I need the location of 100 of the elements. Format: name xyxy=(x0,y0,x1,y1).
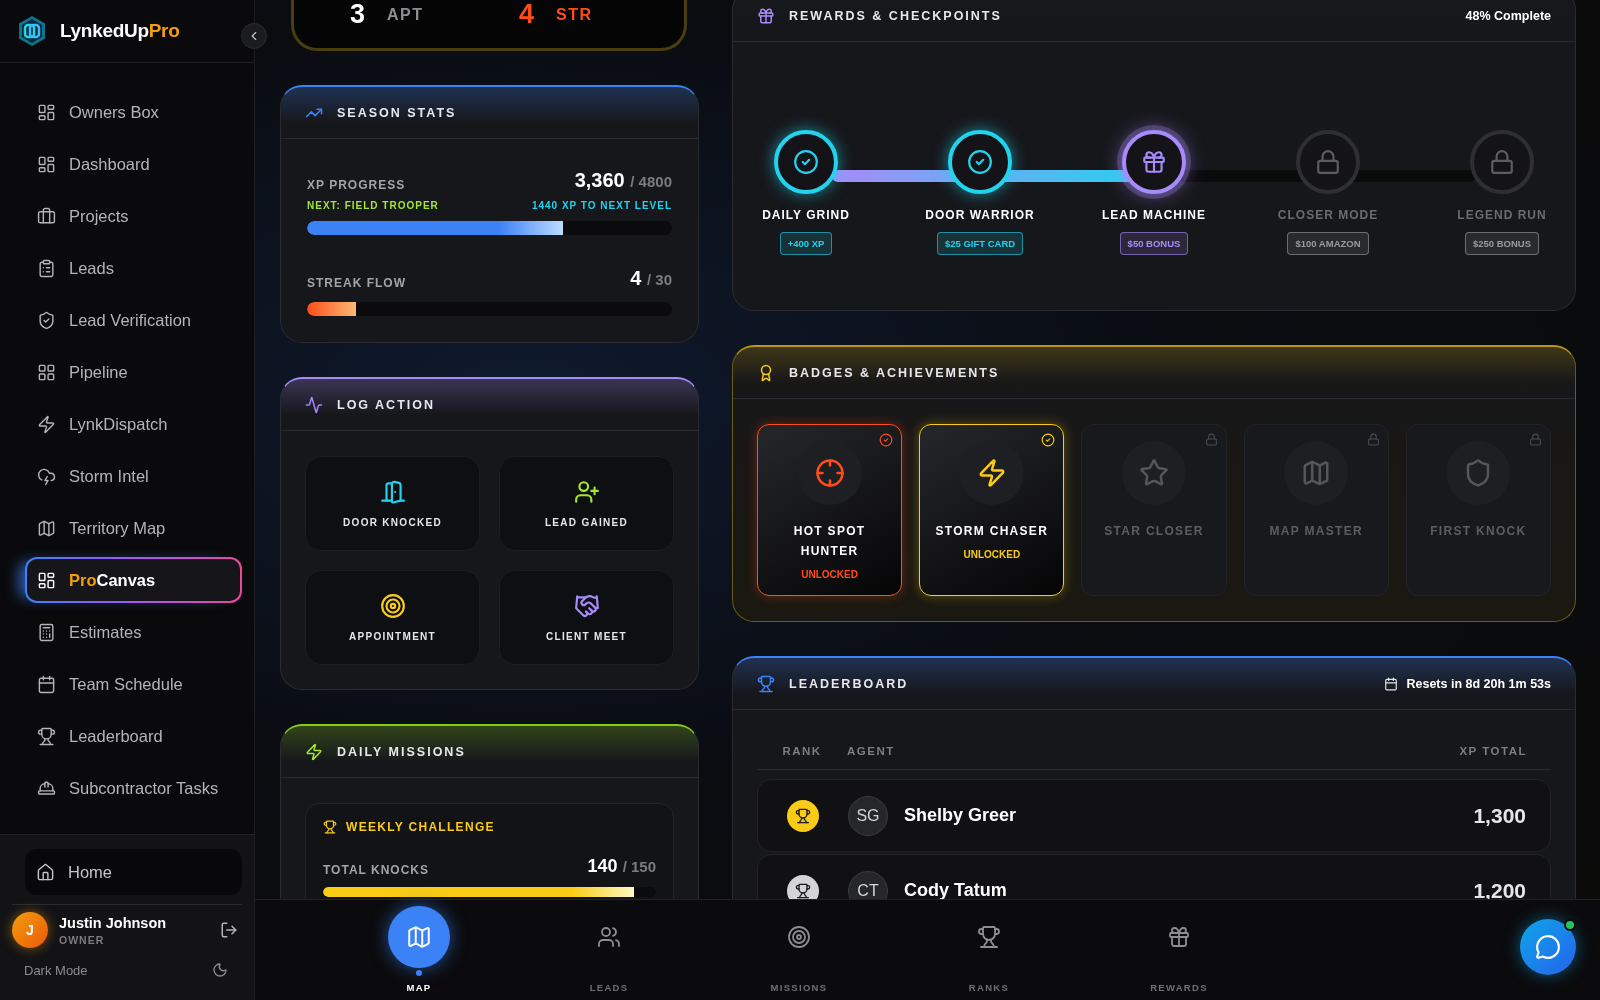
log-action-button[interactable]: APPOINTMENT xyxy=(305,570,480,665)
dashboard-icon xyxy=(37,154,56,174)
gift-icon xyxy=(757,6,775,25)
reward-tag: $50 BONUS xyxy=(1119,232,1189,255)
checkpoint-name: DOOR WARRIOR xyxy=(925,208,1035,222)
stat-value: 3 xyxy=(350,1,366,28)
sidebar-item[interactable]: LynkDispatch xyxy=(25,401,242,447)
home-button[interactable]: Home xyxy=(25,849,242,895)
column-header: AGENT xyxy=(847,744,896,757)
xp-total: 1,200 xyxy=(1473,878,1526,903)
logout-button[interactable] xyxy=(220,921,238,939)
calendar-icon xyxy=(37,674,56,694)
agent-name: Shelby Greer xyxy=(904,805,1018,826)
lock-icon xyxy=(1489,149,1515,175)
sidebar-item[interactable]: Pipeline xyxy=(25,349,242,395)
grid-icon xyxy=(37,362,56,382)
shield-check-icon xyxy=(37,310,56,330)
sidebar-item[interactable]: ProCanvas xyxy=(25,557,242,603)
card-title: BADGES & ACHIEVEMENTS xyxy=(789,365,1000,380)
agent-name: Cody Tatum xyxy=(904,880,1008,901)
clipboard-icon xyxy=(37,258,56,278)
sidebar-item[interactable]: Subcontractor Tasks xyxy=(25,765,242,811)
checkpoint-name: CLOSER MODE xyxy=(1277,208,1379,222)
sidebar-item[interactable]: Dashboard xyxy=(25,141,242,187)
stat-label: STR xyxy=(556,5,593,24)
home-icon xyxy=(36,862,55,882)
xp-label: XP PROGRESS xyxy=(307,178,406,192)
badge-name: MAP MASTER xyxy=(1268,523,1364,540)
storm-cloud-icon xyxy=(37,466,56,486)
sidebar-item[interactable]: Storm Intel xyxy=(25,453,242,499)
active-dot xyxy=(416,970,422,976)
sidebar-item[interactable]: Leads xyxy=(25,245,242,291)
trophy-icon xyxy=(37,726,56,746)
map-icon xyxy=(388,906,450,968)
stat-label: APT xyxy=(387,5,424,24)
user-avatar: J xyxy=(12,912,48,948)
log-action-button[interactable]: LEAD GAINED xyxy=(499,456,674,551)
card-title: LOG ACTION xyxy=(337,397,435,412)
check-circle-icon xyxy=(967,149,993,175)
bottom-nav-item[interactable]: MAP xyxy=(359,900,479,1000)
calculator-icon xyxy=(37,622,56,642)
brand-name: LynkedUpPro xyxy=(60,20,180,42)
lock-icon xyxy=(1529,433,1542,446)
collapse-button[interactable] xyxy=(241,23,267,49)
theme-toggle[interactable] xyxy=(212,962,228,978)
bottom-nav-item[interactable]: RANKS xyxy=(929,900,1049,1000)
user-name: Justin Johnson xyxy=(59,914,167,931)
map-icon xyxy=(37,518,56,538)
lightning-icon xyxy=(37,414,56,434)
theme-label: Dark Mode xyxy=(24,962,88,978)
sidebar-item[interactable]: Team Schedule xyxy=(25,661,242,707)
sidebar-item[interactable]: Leaderboard xyxy=(25,713,242,759)
log-action-button[interactable]: CLIENT MEET xyxy=(499,570,674,665)
user-role: OWNER xyxy=(59,933,106,946)
logo-icon xyxy=(16,15,48,47)
lock-icon xyxy=(1315,149,1341,175)
checkpoint-name: DAILY GRIND xyxy=(762,208,850,222)
hard-hat-icon xyxy=(37,778,56,798)
check-circle-icon xyxy=(793,149,819,175)
reward-tag: +400 XP xyxy=(779,232,833,255)
lock-icon xyxy=(1366,433,1380,446)
briefcase-icon xyxy=(37,206,56,226)
reward-tag: $25 GIFT CARD xyxy=(936,232,1024,255)
checkpoint-name: LEGEND RUN xyxy=(1457,208,1547,222)
trophy-icon xyxy=(323,820,337,834)
xp-value: 3,360 / 4800 xyxy=(574,169,672,192)
agent-avatar: SG xyxy=(848,795,888,836)
badge-status: UNLOCKED xyxy=(963,549,1021,560)
progress-percent: 48% Complete xyxy=(1465,8,1551,23)
xp-remaining: 1440 XP TO NEXT LEVEL xyxy=(531,200,672,211)
card-title: SEASON STATS xyxy=(337,105,457,120)
check-circle-icon xyxy=(879,433,894,447)
streak-value: 4 / 30 xyxy=(630,267,672,290)
badge-name: FIRST KNOCK xyxy=(1429,523,1528,540)
lock-icon xyxy=(1204,433,1218,446)
challenge-value: 140 / 150 xyxy=(587,856,656,877)
gift-icon xyxy=(1141,149,1167,175)
crosshair-icon xyxy=(814,458,845,488)
card-title: REWARDS & CHECKPOINTS xyxy=(789,8,1002,23)
log-action-button[interactable]: DOOR KNOCKED xyxy=(305,456,480,551)
dashboard-icon xyxy=(37,102,56,122)
activity-icon xyxy=(305,395,323,414)
sidebar-item[interactable]: Territory Map xyxy=(25,505,242,551)
card-title: DAILY MISSIONS xyxy=(337,744,466,759)
sidebar-item[interactable]: Lead Verification xyxy=(25,297,242,343)
column-header: RANK xyxy=(781,744,823,757)
logout-icon xyxy=(220,921,238,939)
bottom-nav-item[interactable]: REWARDS xyxy=(1119,900,1239,1000)
card-title: LEADERBOARD xyxy=(789,676,909,691)
checkpoint-name: LEAD MACHINE xyxy=(1102,208,1206,222)
moon-icon xyxy=(212,962,228,978)
sidebar-item[interactable]: Projects xyxy=(25,193,242,239)
check-circle-icon xyxy=(1041,433,1056,447)
challenge-label: TOTAL KNOCKS xyxy=(323,863,429,877)
map-icon xyxy=(1301,458,1332,488)
sidebar-item[interactable]: Estimates xyxy=(25,609,242,655)
bottom-nav-item[interactable]: LEADS xyxy=(549,900,669,1000)
sidebar-item[interactable]: Owners Box xyxy=(25,89,242,135)
reward-tag: $250 BONUS xyxy=(1464,232,1540,255)
xp-total: 1,300 xyxy=(1473,803,1526,828)
